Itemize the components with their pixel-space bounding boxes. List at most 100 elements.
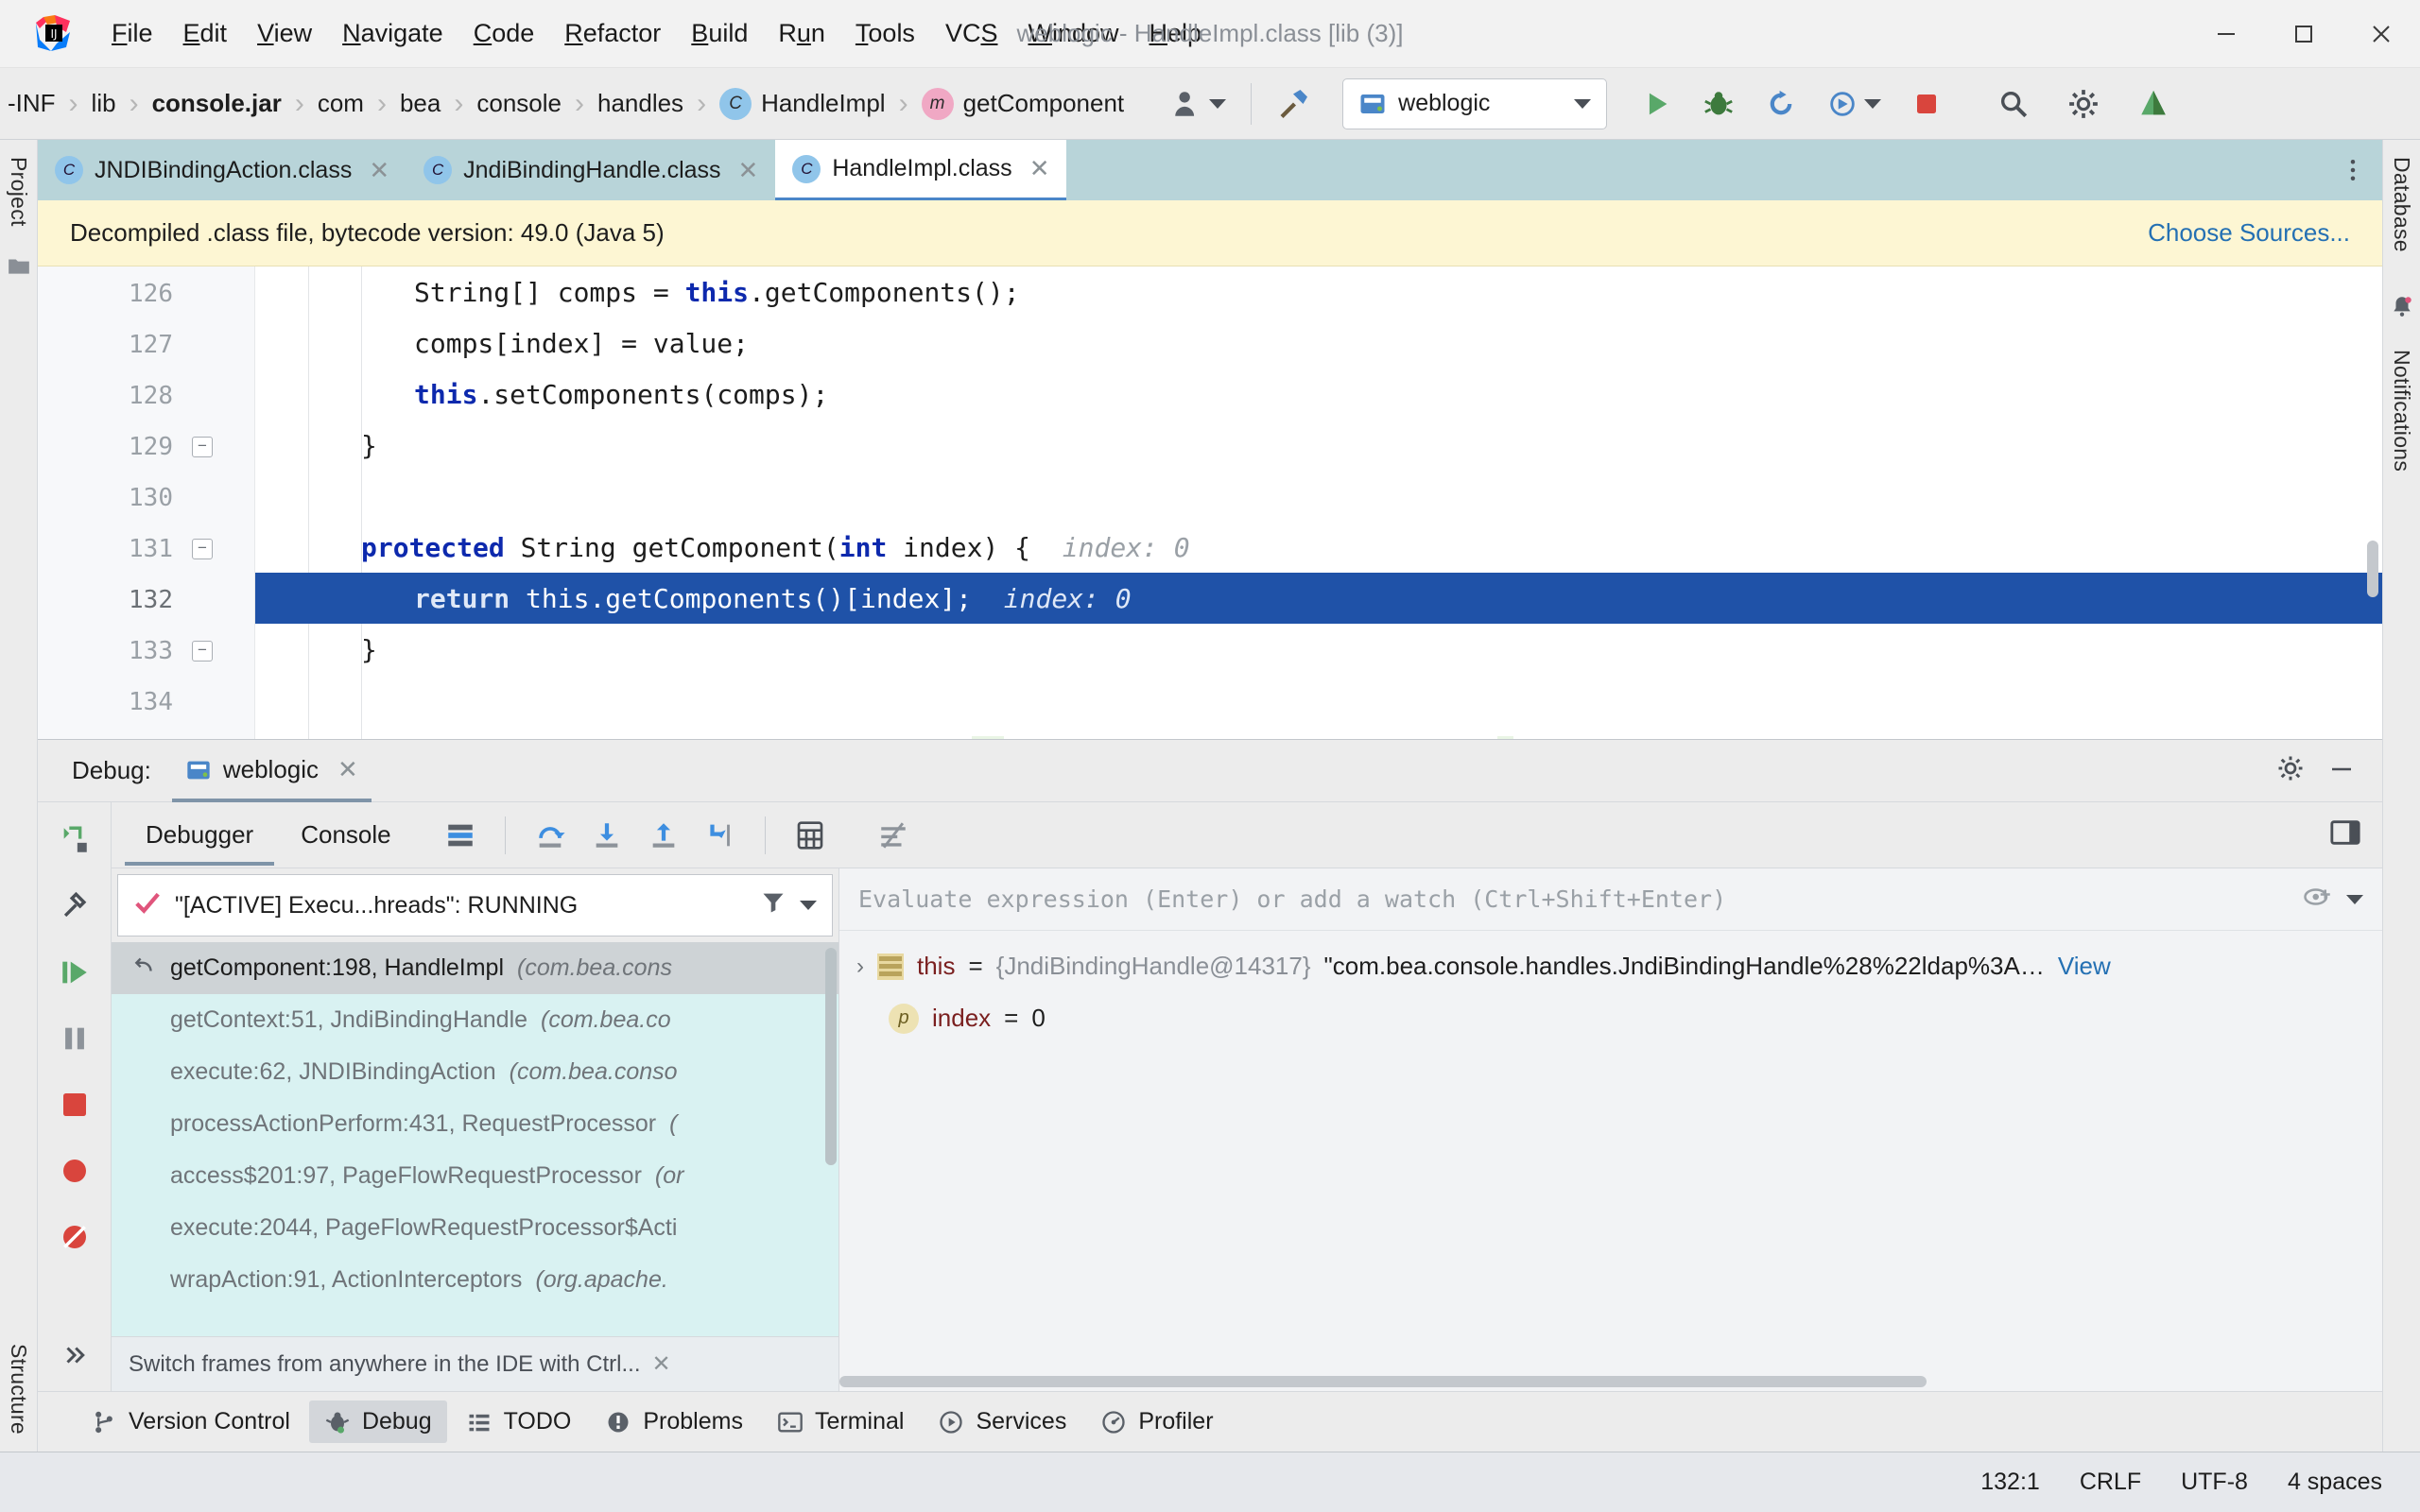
evaluate-expression-bar[interactable]: Evaluate expression (Enter) or add a wat…	[839, 868, 2382, 931]
file-encoding[interactable]: UTF-8	[2181, 1469, 2248, 1496]
close-icon[interactable]: ✕	[369, 156, 389, 185]
rerun-icon[interactable]	[1756, 79, 1806, 129]
code-editor[interactable]: 126 127 128 129 − 130 131 − 132 133 − 13…	[38, 266, 2382, 739]
chevron-down-icon[interactable]	[1209, 98, 1227, 109]
breadcrumb-item-5[interactable]: console	[469, 89, 569, 118]
code-line-130[interactable]	[255, 471, 2382, 522]
minimize-button[interactable]	[2187, 0, 2265, 68]
run-configuration-selector[interactable]: weblogic	[1342, 77, 1608, 129]
step-out-icon[interactable]	[638, 810, 689, 861]
frames-scrollbar[interactable]	[825, 948, 837, 1165]
close-icon[interactable]: ✕	[652, 1350, 671, 1378]
debug-actions-rail[interactable]	[38, 802, 112, 1391]
stop-program-icon[interactable]	[48, 1078, 101, 1131]
breadcrumb-item-7[interactable]: C HandleImpl	[712, 87, 893, 120]
debug-settings-icon[interactable]	[48, 880, 101, 933]
sidebar-item-project[interactable]: Project	[6, 140, 31, 244]
evaluate-expression-icon[interactable]	[785, 810, 836, 861]
frame-row[interactable]: wrapAction:91, ActionInterceptors (org.a…	[112, 1254, 838, 1306]
close-icon[interactable]: ✕	[738, 156, 759, 185]
code-line-126[interactable]: String[] comps = this .getComponents();	[255, 266, 2382, 318]
menu-run[interactable]: Run	[763, 13, 840, 54]
toolwindow-profiler[interactable]: Profiler	[1085, 1400, 1228, 1443]
search-magnifier-icon[interactable]	[1989, 79, 2038, 129]
frame-row[interactable]: getContext:51, JndiBindingHandle (com.be…	[112, 994, 838, 1046]
view-value-link[interactable]: View	[2058, 952, 2111, 981]
frame-row[interactable]: execute:2044, PageFlowRequestProcessor$A…	[112, 1202, 838, 1254]
layout-settings-icon[interactable]	[435, 810, 486, 861]
code-line-129[interactable]: }	[255, 420, 2382, 471]
breadcrumb-item-1[interactable]: lib	[84, 89, 124, 118]
frame-row[interactable]: getComponent:198, HandleImpl (com.bea.co…	[112, 942, 838, 994]
resume-program-icon[interactable]	[48, 946, 101, 999]
force-step-into-icon[interactable]	[695, 810, 746, 861]
frame-row[interactable]: execute:62, JNDIBindingAction (com.bea.c…	[112, 1046, 838, 1098]
status-bar-right[interactable]: 132:1 CRLF UTF-8 4 spaces	[1980, 1469, 2382, 1496]
toolwindow-services[interactable]: Services	[923, 1400, 1081, 1443]
pause-program-icon[interactable]	[48, 1012, 101, 1065]
window-controls[interactable]	[2187, 0, 2420, 68]
menu-help[interactable]: Help	[1134, 13, 1218, 54]
breadcrumb-item-8[interactable]: m getComponent	[914, 87, 1132, 120]
thread-selector[interactable]: "[ACTIVE] Execu...hreads": RUNNING	[117, 874, 833, 936]
code-line-131[interactable]: protected String getComponent(int index)…	[255, 522, 2382, 573]
chevron-down-icon[interactable]	[1864, 98, 1882, 109]
right-tool-rail[interactable]: Database Notifications	[2382, 140, 2420, 1452]
editor-tab-jndibindinghandle[interactable]: C JndiBindingHandle.class ✕	[406, 140, 775, 200]
indent-setting[interactable]: 4 spaces	[2288, 1469, 2382, 1496]
add-watch-icon[interactable]	[2303, 883, 2331, 917]
code-line-132-current-execution[interactable]: return this.getComponents()[index]; inde…	[255, 573, 2382, 624]
tool-window-bar[interactable]: Version Control Debug TODO Problems Term…	[38, 1391, 2382, 1452]
code-line-134[interactable]	[255, 675, 2382, 726]
hammer-build-icon[interactable]	[1269, 79, 1318, 129]
code-line-133[interactable]: }	[255, 624, 2382, 675]
code-line-127[interactable]: comps[index] = value;	[255, 318, 2382, 369]
menu-tools[interactable]: Tools	[840, 13, 930, 54]
menu-bar[interactable]: File Edit View Navigate Code Refactor Bu…	[96, 13, 1217, 54]
view-breakpoints-icon[interactable]	[48, 1144, 101, 1197]
menu-vcs[interactable]: VCS	[930, 13, 1013, 54]
mute-breakpoints-rail-icon[interactable]	[48, 1211, 101, 1263]
caret-position[interactable]: 132:1	[1980, 1469, 2040, 1496]
call-stack-list[interactable]: getComponent:198, HandleImpl (com.bea.co…	[112, 942, 838, 1336]
tab-debugger[interactable]: Debugger	[125, 805, 275, 866]
more-rail-icon[interactable]	[48, 1329, 101, 1382]
run-play-icon[interactable]	[1632, 79, 1681, 129]
debug-session-tab-weblogic[interactable]: weblogic ✕	[171, 741, 372, 802]
debug-bug-icon[interactable]	[1694, 79, 1743, 129]
toolwindow-todo[interactable]: TODO	[451, 1400, 587, 1443]
gear-settings-icon[interactable]	[2276, 754, 2305, 787]
variables-list[interactable]: › this = {JndiBindingHandle@14317} "com.…	[839, 931, 2382, 1391]
notifications-bell-icon[interactable]	[2390, 294, 2414, 323]
frame-row[interactable]: access$201:97, PageFlowRequestProcessor …	[112, 1150, 838, 1202]
menu-code[interactable]: Code	[458, 13, 550, 54]
editor-tab-handleimpl[interactable]: C HandleImpl.class ✕	[775, 140, 1067, 200]
gear-settings-icon[interactable]	[2059, 79, 2108, 129]
variables-horizontal-scrollbar[interactable]	[839, 1376, 1927, 1387]
step-over-icon[interactable]	[525, 810, 576, 861]
left-tool-rail[interactable]: Project Structure	[0, 140, 38, 1452]
code-text-area[interactable]: String[] comps = this .getComponents(); c…	[255, 266, 2382, 739]
close-icon[interactable]: ✕	[337, 755, 358, 784]
editor-tab-jndibindingaction[interactable]: C JNDIBindingAction.class ✕	[38, 140, 406, 200]
code-line-128[interactable]: this .setComponents(comps);	[255, 369, 2382, 420]
toolwindow-problems[interactable]: Problems	[590, 1400, 758, 1443]
minimize-panel-icon[interactable]	[2327, 754, 2356, 787]
breadcrumb[interactable]: -INF › lib › console.jar › com › bea › c…	[0, 68, 1132, 139]
frame-row[interactable]: processActionPerform:431, RequestProcess…	[112, 1098, 838, 1150]
line-separator[interactable]: CRLF	[2080, 1469, 2141, 1496]
toolwindow-version-control[interactable]: Version Control	[76, 1400, 305, 1443]
chevron-down-icon[interactable]	[800, 901, 817, 910]
step-into-icon[interactable]	[581, 810, 632, 861]
breadcrumb-item-2[interactable]: console.jar	[145, 89, 289, 118]
editor-scrollbar[interactable]	[2367, 541, 2378, 597]
variable-row-index[interactable]: p index = 0	[839, 992, 2382, 1044]
sidebar-item-database[interactable]: Database	[2389, 140, 2414, 269]
menu-navigate[interactable]: Navigate	[327, 13, 458, 54]
stop-square-icon[interactable]	[1902, 79, 1951, 129]
breadcrumb-item-4[interactable]: bea	[392, 89, 448, 118]
breadcrumb-item-0[interactable]: -INF	[0, 89, 63, 118]
menu-build[interactable]: Build	[676, 13, 763, 54]
variable-row-this[interactable]: › this = {JndiBindingHandle@14317} "com.…	[839, 940, 2382, 992]
editor-tab-bar[interactable]: C JNDIBindingAction.class ✕ C JndiBindin…	[38, 140, 2382, 200]
